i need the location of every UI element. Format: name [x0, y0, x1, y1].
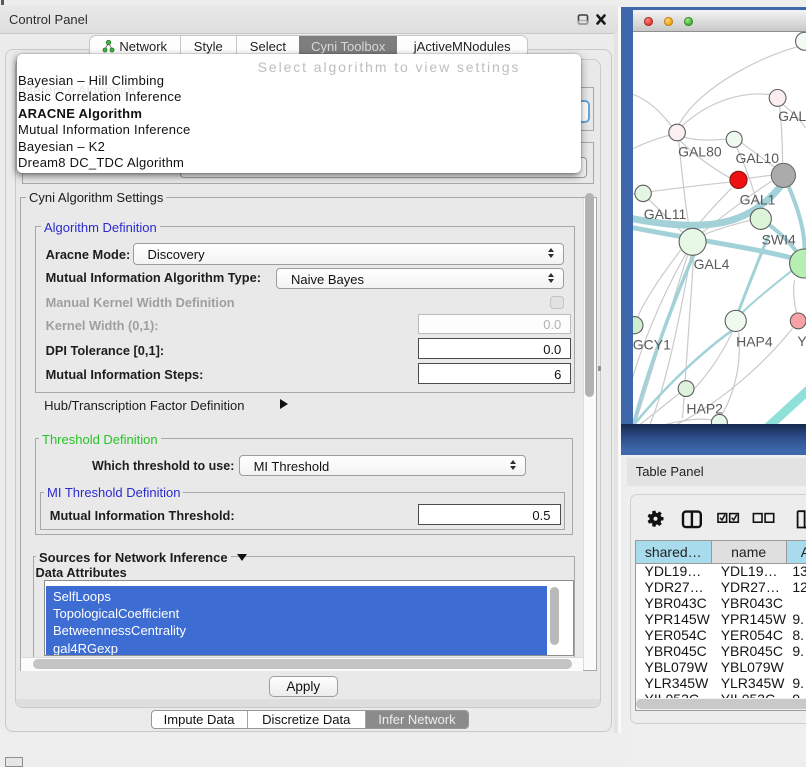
- svg-text:HAP4: HAP4: [736, 333, 773, 349]
- svg-text:GCY1: GCY1: [633, 336, 671, 352]
- svg-text:GAL4: GAL4: [694, 256, 730, 272]
- svg-text:GAL11: GAL11: [644, 206, 687, 222]
- svg-text:GAL80: GAL80: [678, 143, 722, 159]
- svg-text:GAL7: GAL7: [779, 108, 806, 124]
- svg-text:GAL10: GAL10: [736, 150, 780, 166]
- svg-text:HAP2: HAP2: [687, 400, 724, 416]
- svg-text:GAL1: GAL1: [740, 191, 776, 207]
- svg-text:Y: Y: [798, 333, 806, 349]
- svg-text:SWI4: SWI4: [762, 231, 796, 247]
